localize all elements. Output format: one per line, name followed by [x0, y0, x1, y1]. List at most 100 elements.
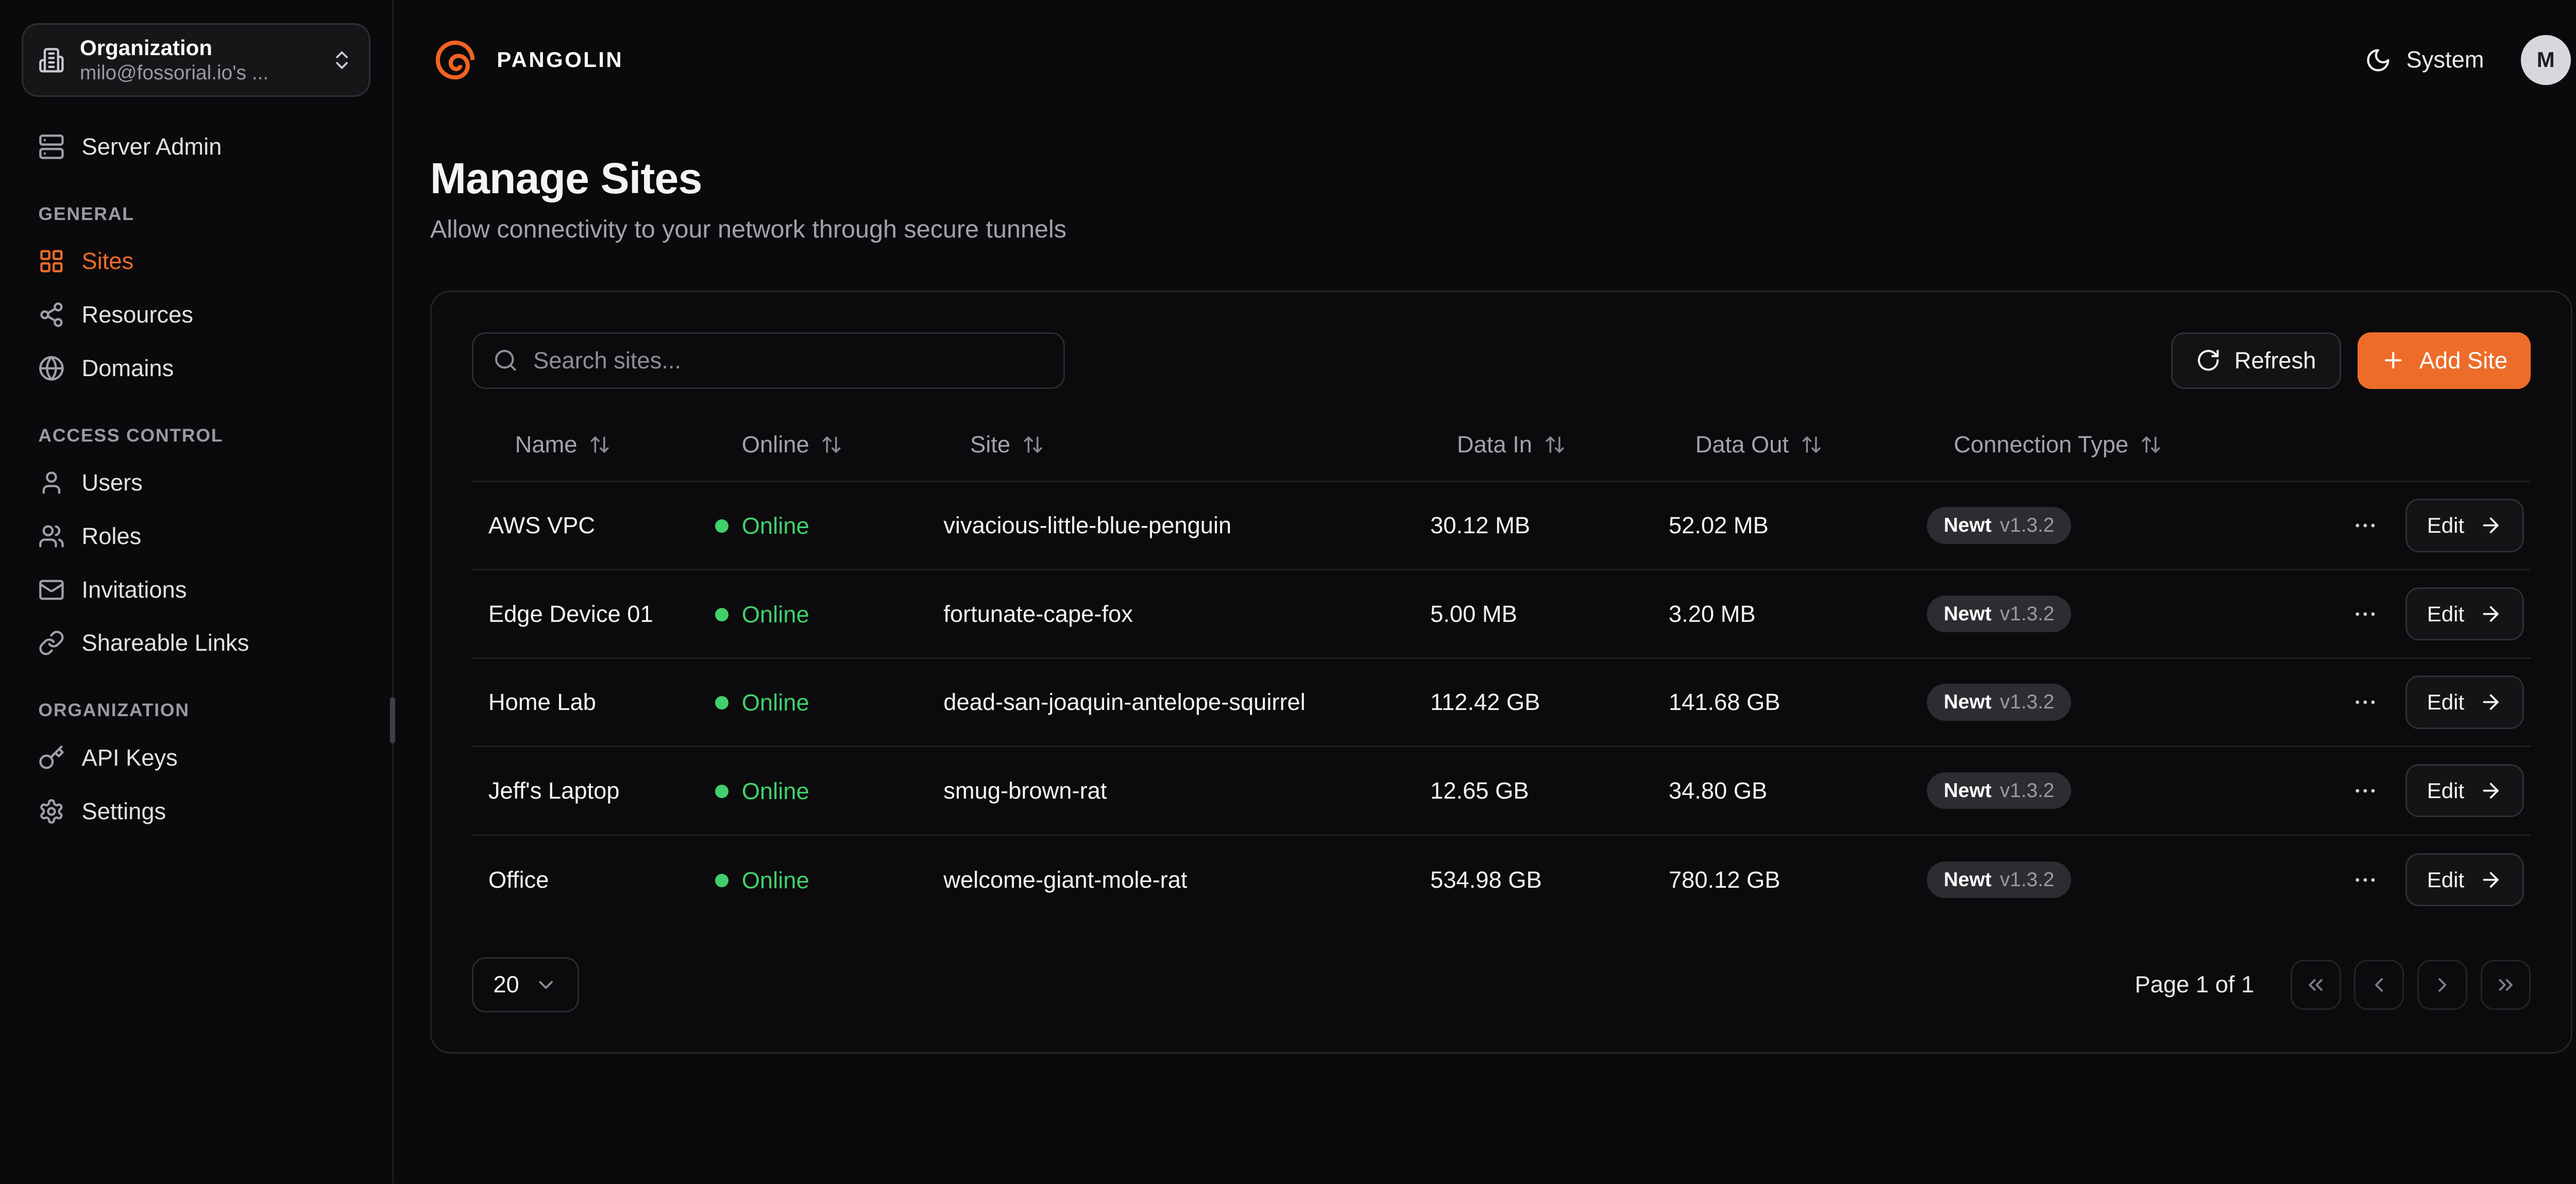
section-label-general: GENERAL — [38, 204, 353, 225]
column-header-online[interactable]: Online — [715, 431, 943, 458]
column-header-connection-type[interactable]: Connection Type — [1927, 431, 2335, 458]
edit-button[interactable]: Edit — [2405, 675, 2524, 729]
org-switcher[interactable]: Organization milo@fossorial.io's ... — [22, 23, 370, 96]
column-header-data-out[interactable]: Data Out — [1669, 431, 1927, 458]
sort-icon — [589, 434, 611, 455]
sidebar-item-domains[interactable]: Domains — [22, 342, 370, 395]
page-size-value: 20 — [493, 971, 519, 998]
pangolin-logo-icon — [430, 35, 480, 85]
refresh-icon — [2196, 348, 2221, 373]
edit-button[interactable]: Edit — [2405, 587, 2524, 641]
app-root: Organization milo@fossorial.io's ... Ser… — [0, 0, 2576, 1183]
row-menu-button[interactable] — [2349, 686, 2382, 719]
ellipsis-icon — [2352, 777, 2379, 804]
status-badge: Online — [715, 601, 809, 628]
table-row: Home Lab Online dead-san-joaquin-antelop… — [472, 659, 2531, 748]
sites-toolbar: Refresh Add Site — [472, 332, 2531, 389]
sidebar-item-invitations[interactable]: Invitations — [22, 563, 370, 617]
plus-icon — [2381, 348, 2406, 373]
arrow-right-icon — [2479, 690, 2502, 714]
sidebar-item-users[interactable]: Users — [22, 456, 370, 510]
theme-toggle-label: System — [2406, 46, 2484, 73]
sidebar-item-settings[interactable]: Settings — [22, 785, 370, 838]
arrow-right-icon — [2479, 602, 2502, 625]
add-site-button[interactable]: Add Site — [2358, 332, 2531, 389]
chevron-left-icon — [2367, 973, 2391, 996]
column-header-label: Site — [970, 431, 1010, 458]
connection-type-badge: Newt v1.3.2 — [1927, 507, 2071, 544]
next-page-button[interactable] — [2417, 960, 2467, 1010]
section-label-organization: ORGANIZATION — [38, 700, 353, 721]
data-in-cell: 534.98 GB — [1430, 867, 1669, 893]
row-actions: Edit — [2335, 587, 2531, 641]
row-menu-button[interactable] — [2349, 774, 2382, 807]
edit-button[interactable]: Edit — [2405, 499, 2524, 552]
online-dot-icon — [715, 519, 728, 533]
connection-type-version: v1.3.2 — [2000, 780, 2055, 802]
edit-button[interactable]: Edit — [2405, 764, 2524, 818]
chevron-right-icon — [2431, 973, 2454, 996]
sort-icon — [1801, 434, 1822, 455]
avatar[interactable]: M — [2521, 35, 2571, 85]
connection-type-cell: Newt v1.3.2 — [1927, 861, 2335, 898]
theme-toggle[interactable]: System — [2365, 46, 2484, 73]
server-icon — [38, 133, 65, 160]
online-dot-icon — [715, 785, 728, 798]
sidebar-item-label: Domains — [82, 355, 174, 382]
page-title: Manage Sites — [430, 154, 2572, 204]
prev-page-button[interactable] — [2354, 960, 2404, 1010]
table-header: Name Online Site Data In — [472, 409, 2531, 482]
column-header-data-in[interactable]: Data In — [1430, 431, 1669, 458]
link-icon — [38, 630, 65, 656]
sidebar-item-label: Sites — [82, 248, 134, 275]
row-menu-button[interactable] — [2349, 597, 2382, 631]
search-input[interactable] — [533, 347, 1044, 374]
row-menu-button[interactable] — [2349, 509, 2382, 543]
row-menu-button[interactable] — [2349, 863, 2382, 897]
edit-button[interactable]: Edit — [2405, 853, 2524, 907]
column-header-name[interactable]: Name — [472, 431, 715, 458]
sidebar-item-server-admin[interactable]: Server Admin — [22, 120, 370, 174]
sidebar-item-shareable-links[interactable]: Shareable Links — [22, 617, 370, 670]
connection-type-name: Newt — [1944, 603, 1992, 625]
arrow-right-icon — [2479, 868, 2502, 891]
page-subtitle: Allow connectivity to your network throu… — [430, 215, 2572, 244]
site-tunnel-cell: smug-brown-rat — [943, 777, 1430, 804]
column-header-label: Data Out — [1696, 431, 1789, 458]
sidebar-item-resources[interactable]: Resources — [22, 288, 370, 342]
avatar-initial: M — [2537, 47, 2555, 72]
search-box — [472, 332, 1065, 389]
status-badge: Online — [715, 689, 809, 716]
sidebar-item-label: Users — [82, 469, 143, 496]
search-icon — [493, 348, 518, 373]
refresh-button-label: Refresh — [2234, 347, 2316, 374]
building-icon — [38, 47, 65, 74]
data-out-cell: 780.12 GB — [1669, 867, 1927, 893]
site-status-cell: Online — [715, 688, 943, 716]
column-header-site[interactable]: Site — [943, 431, 1430, 458]
sidebar-item-roles[interactable]: Roles — [22, 510, 370, 563]
org-switcher-subtitle: milo@fossorial.io's ... — [80, 62, 315, 84]
site-tunnel-cell: fortunate-cape-fox — [943, 601, 1430, 628]
page-size-select[interactable]: 20 — [472, 957, 579, 1012]
refresh-button[interactable]: Refresh — [2171, 332, 2341, 389]
last-page-button[interactable] — [2481, 960, 2531, 1010]
sidebar: Organization milo@fossorial.io's ... Ser… — [0, 0, 394, 1183]
online-label: Online — [742, 867, 809, 894]
online-label: Online — [742, 601, 809, 628]
data-out-cell: 52.02 MB — [1669, 512, 1927, 539]
status-badge: Online — [715, 513, 809, 539]
site-status-cell: Online — [715, 777, 943, 805]
sidebar-scrollbar-thumb[interactable] — [390, 697, 395, 744]
sidebar-item-api-keys[interactable]: API Keys — [22, 731, 370, 785]
first-page-button[interactable] — [2291, 960, 2341, 1010]
status-badge: Online — [715, 867, 809, 894]
connection-type-name: Newt — [1944, 691, 1992, 714]
sort-icon — [821, 434, 842, 455]
site-name-cell: Edge Device 01 — [472, 601, 715, 628]
connection-type-version: v1.3.2 — [2000, 691, 2055, 714]
pager-buttons — [2291, 960, 2531, 1010]
site-name-cell: Home Lab — [472, 689, 715, 716]
sites-panel: Refresh Add Site Name Online — [430, 291, 2572, 1054]
sidebar-item-sites[interactable]: Sites — [22, 234, 370, 288]
